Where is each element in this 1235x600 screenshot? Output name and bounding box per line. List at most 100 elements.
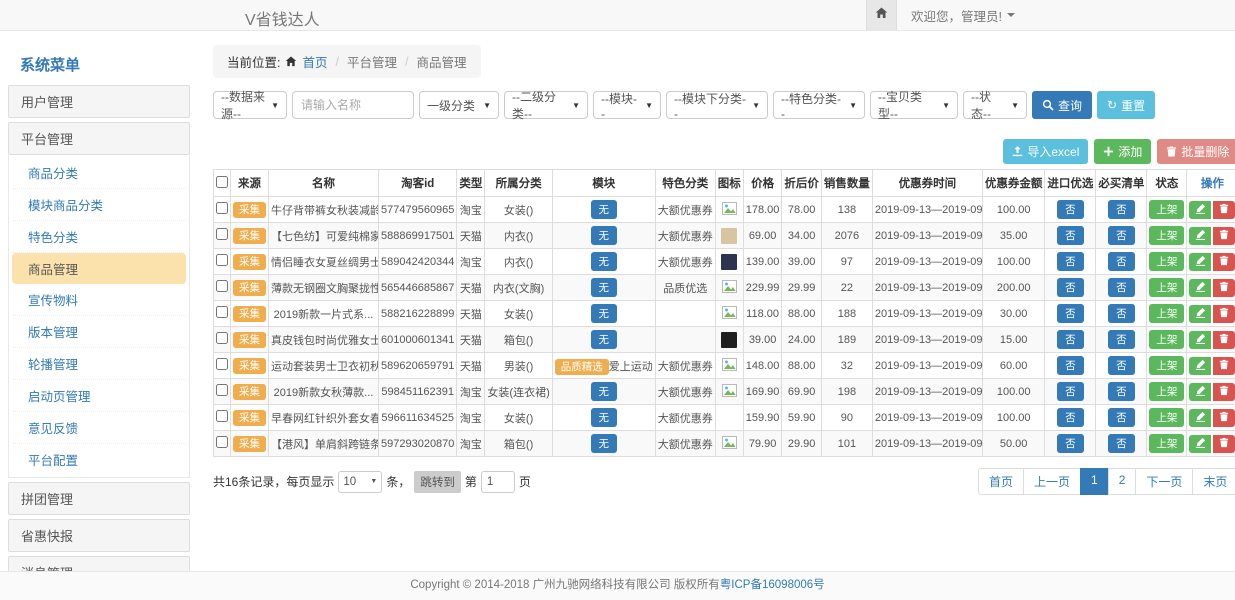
name-search-input[interactable] xyxy=(292,91,414,119)
import-choice-toggle[interactable]: 否 xyxy=(1057,434,1084,453)
page-link-下一页[interactable]: 下一页 xyxy=(1135,468,1193,495)
delete-button[interactable] xyxy=(1213,435,1235,453)
module-badge[interactable]: 无 xyxy=(591,200,618,219)
sidebar-subitem-轮播管理[interactable]: 轮播管理 xyxy=(12,348,186,380)
filter-select-3[interactable]: --模块--▼ xyxy=(593,91,661,119)
sidebar-subitem-宣传物料[interactable]: 宣传物料 xyxy=(12,284,186,316)
page-link-上一页[interactable]: 上一页 xyxy=(1023,468,1081,495)
delete-button[interactable] xyxy=(1213,357,1235,375)
row-checkbox[interactable] xyxy=(216,410,228,422)
page-link-末页[interactable]: 末页 xyxy=(1192,468,1235,495)
status-button[interactable]: 上架 xyxy=(1149,356,1184,375)
edit-button[interactable] xyxy=(1189,331,1211,349)
must-buy-toggle[interactable]: 否 xyxy=(1108,356,1135,375)
per-page-select[interactable]: 10▼ xyxy=(338,471,382,493)
row-checkbox[interactable] xyxy=(216,332,228,344)
delete-button[interactable] xyxy=(1213,201,1235,219)
status-button[interactable]: 上架 xyxy=(1149,226,1184,245)
status-button[interactable]: 上架 xyxy=(1149,382,1184,401)
edit-button[interactable] xyxy=(1189,305,1211,323)
must-buy-toggle[interactable]: 否 xyxy=(1108,408,1135,427)
sidebar-item-省惠快报[interactable]: 省惠快报 xyxy=(8,519,190,552)
filter-select-6[interactable]: --宝贝类型--▼ xyxy=(870,91,958,119)
row-checkbox[interactable] xyxy=(216,202,228,214)
delete-button[interactable] xyxy=(1213,383,1235,401)
status-button[interactable]: 上架 xyxy=(1149,278,1184,297)
import-choice-toggle[interactable]: 否 xyxy=(1057,304,1084,323)
filter-select-7[interactable]: --状态--▼ xyxy=(963,91,1027,119)
must-buy-toggle[interactable]: 否 xyxy=(1108,278,1135,297)
sidebar-item-平台管理[interactable]: 平台管理 xyxy=(8,122,190,155)
home-button[interactable] xyxy=(866,0,897,30)
module-badge[interactable]: 无 xyxy=(591,382,618,401)
status-button[interactable]: 上架 xyxy=(1149,330,1184,349)
delete-button[interactable] xyxy=(1213,279,1235,297)
module-badge[interactable]: 无 xyxy=(591,278,618,297)
sidebar-subitem-意见反馈[interactable]: 意见反馈 xyxy=(12,412,186,444)
edit-button[interactable] xyxy=(1189,201,1211,219)
sidebar-subitem-商品分类[interactable]: 商品分类 xyxy=(12,157,186,189)
row-checkbox[interactable] xyxy=(216,280,228,292)
must-buy-toggle[interactable]: 否 xyxy=(1108,252,1135,271)
status-button[interactable]: 上架 xyxy=(1149,408,1184,427)
row-checkbox[interactable] xyxy=(216,306,228,318)
row-checkbox[interactable] xyxy=(216,228,228,240)
row-checkbox[interactable] xyxy=(216,254,228,266)
status-button[interactable]: 上架 xyxy=(1149,434,1184,453)
must-buy-toggle[interactable]: 否 xyxy=(1108,226,1135,245)
edit-button[interactable] xyxy=(1189,227,1211,245)
edit-button[interactable] xyxy=(1189,253,1211,271)
filter-select-4[interactable]: --模块下分类--▼ xyxy=(666,91,768,119)
import-choice-toggle[interactable]: 否 xyxy=(1057,252,1084,271)
sidebar-subitem-特色分类[interactable]: 特色分类 xyxy=(12,221,186,253)
sidebar-subitem-模块商品分类[interactable]: 模块商品分类 xyxy=(12,189,186,221)
edit-button[interactable] xyxy=(1189,279,1211,297)
add-button[interactable]: 添加 xyxy=(1094,139,1151,164)
delete-button[interactable] xyxy=(1213,253,1235,271)
icp-link[interactable]: 粤ICP备16098006号 xyxy=(720,579,825,591)
filter-select-2[interactable]: --二级分类--▼ xyxy=(504,91,588,119)
page-number-input[interactable] xyxy=(481,471,515,493)
page-link-1[interactable]: 1 xyxy=(1080,468,1109,495)
page-link-首页[interactable]: 首页 xyxy=(978,468,1024,495)
status-button[interactable]: 上架 xyxy=(1149,252,1184,271)
filter-select-1[interactable]: 一级分类▼ xyxy=(419,91,499,119)
edit-button[interactable] xyxy=(1189,357,1211,375)
must-buy-toggle[interactable]: 否 xyxy=(1108,434,1135,453)
sidebar-subitem-启动页管理[interactable]: 启动页管理 xyxy=(12,380,186,412)
status-button[interactable]: 上架 xyxy=(1149,200,1184,219)
import-excel-button[interactable]: 导入excel xyxy=(1003,139,1088,164)
search-button[interactable]: 查询 xyxy=(1032,91,1092,119)
row-checkbox[interactable] xyxy=(216,358,228,370)
import-choice-toggle[interactable]: 否 xyxy=(1057,278,1084,297)
row-checkbox[interactable] xyxy=(216,436,228,448)
must-buy-toggle[interactable]: 否 xyxy=(1108,382,1135,401)
edit-button[interactable] xyxy=(1189,383,1211,401)
sidebar-item-用户管理[interactable]: 用户管理 xyxy=(8,85,190,118)
jump-to-button[interactable]: 跳转到 xyxy=(414,471,461,493)
must-buy-toggle[interactable]: 否 xyxy=(1108,330,1135,349)
module-badge[interactable]: 无 xyxy=(591,408,618,427)
user-menu[interactable]: 欢迎您，管理员! xyxy=(911,6,1015,25)
module-badge[interactable]: 品质精选 xyxy=(555,359,609,375)
delete-button[interactable] xyxy=(1213,409,1235,427)
must-buy-toggle[interactable]: 否 xyxy=(1108,304,1135,323)
sidebar-item-拼团管理[interactable]: 拼团管理 xyxy=(8,482,190,515)
batch-delete-button[interactable]: 批量删除 xyxy=(1157,139,1235,164)
row-checkbox[interactable] xyxy=(216,384,228,396)
sidebar-subitem-平台配置[interactable]: 平台配置 xyxy=(12,444,186,475)
data-source-select[interactable]: --数据来源--▼ xyxy=(213,91,287,119)
import-choice-toggle[interactable]: 否 xyxy=(1057,330,1084,349)
import-choice-toggle[interactable]: 否 xyxy=(1057,382,1084,401)
sidebar-subitem-版本管理[interactable]: 版本管理 xyxy=(12,316,186,348)
edit-button[interactable] xyxy=(1189,409,1211,427)
edit-button[interactable] xyxy=(1189,435,1211,453)
delete-button[interactable] xyxy=(1213,227,1235,245)
import-choice-toggle[interactable]: 否 xyxy=(1057,200,1084,219)
module-badge[interactable]: 无 xyxy=(591,226,618,245)
page-link-2[interactable]: 2 xyxy=(1108,468,1137,495)
status-button[interactable]: 上架 xyxy=(1149,304,1184,323)
breadcrumb-home-link[interactable]: 首页 xyxy=(302,52,327,71)
module-badge[interactable]: 无 xyxy=(591,434,618,453)
sidebar-subitem-商品管理[interactable]: 商品管理 xyxy=(12,253,186,284)
